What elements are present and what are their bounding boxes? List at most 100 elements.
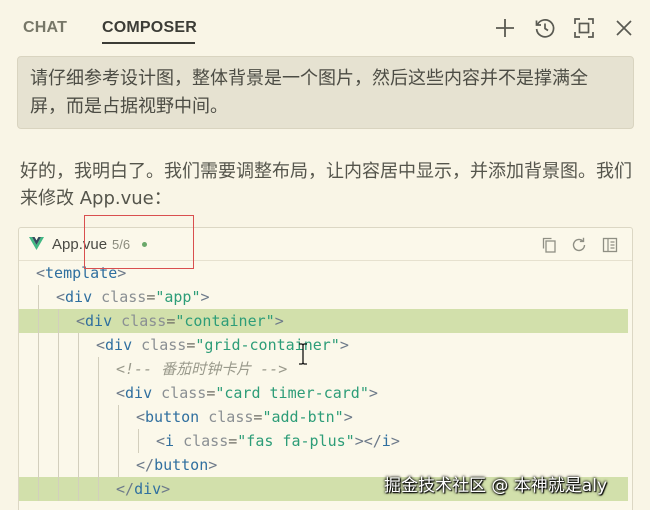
code-token: class xyxy=(132,336,187,354)
text-cursor-icon xyxy=(298,343,308,365)
indent-guide xyxy=(118,453,119,477)
indent-guide xyxy=(38,381,39,405)
indent-guide xyxy=(98,357,99,381)
maximize-icon[interactable] xyxy=(572,16,596,40)
code-token: = xyxy=(206,384,216,402)
code-token: = xyxy=(186,336,196,354)
code-token: > xyxy=(200,288,210,306)
code-token: = xyxy=(166,312,176,330)
indent-guide xyxy=(58,405,59,429)
indent-guide xyxy=(58,309,59,333)
code-token: div xyxy=(134,480,162,498)
code-token: ></ xyxy=(354,432,382,450)
indent-guide xyxy=(58,429,59,453)
code-token: div xyxy=(85,312,113,330)
code-token: > xyxy=(161,480,171,498)
code-token: < xyxy=(136,408,146,426)
user-message-text: 请仔细参考设计图，整体背景是一个图片，然后这些内容并不是撑满全屏，而是占据视野中… xyxy=(30,68,588,117)
code-token: class xyxy=(112,312,167,330)
indent-guide xyxy=(118,429,119,453)
code-line: <i class="fas fa-plus"></i> xyxy=(19,429,632,453)
code-token: < xyxy=(56,288,66,306)
code-token: = xyxy=(228,432,238,450)
code-block: App.vue 5/6 <template> <div class="app"> <… xyxy=(18,227,633,510)
watermark: 掘金技术社区 @ 本神就是aly xyxy=(384,476,608,496)
indent-guide xyxy=(38,405,39,429)
assistant-message-text: 好的，我明白了。我们需要调整布局，让内容居中显示，并添加背景图。我们来修改 Ap… xyxy=(20,161,632,209)
indent-guide xyxy=(38,477,39,501)
indent-guide xyxy=(78,357,79,381)
code-token: i xyxy=(381,432,391,450)
code-token: > xyxy=(274,312,284,330)
code-token: </ xyxy=(136,456,155,474)
indent-guide xyxy=(98,381,99,405)
code-token: "grid-container" xyxy=(195,336,340,354)
indent-guide xyxy=(38,453,39,477)
code-token: div xyxy=(125,384,153,402)
code-token: class xyxy=(199,408,254,426)
indent-guide xyxy=(78,453,79,477)
highlight-annotation xyxy=(84,215,194,269)
code-token: < xyxy=(36,264,46,282)
refresh-icon[interactable] xyxy=(570,236,588,254)
code-text: <div class="app"> xyxy=(56,285,210,309)
code-token: <!-- 番茄时钟卡片 --> xyxy=(116,360,288,378)
code-line: <div class="card timer-card"> xyxy=(19,381,632,405)
active-tab-indicator xyxy=(102,42,195,44)
indent-guide xyxy=(38,309,39,333)
indent-guide xyxy=(38,429,39,453)
plus-icon[interactable] xyxy=(493,16,517,40)
indent-guide xyxy=(58,357,59,381)
indent-guide xyxy=(38,357,39,381)
code-line: <div class="app"> xyxy=(19,285,632,309)
code-token: button xyxy=(145,408,200,426)
code-token: button xyxy=(154,456,209,474)
code-token: "container" xyxy=(175,312,275,330)
indent-guide xyxy=(78,429,79,453)
code-text: </div> xyxy=(116,477,170,501)
code-token: "card timer-card" xyxy=(215,384,369,402)
code-token: i xyxy=(165,432,175,450)
indent-guide xyxy=(98,453,99,477)
close-icon[interactable] xyxy=(612,16,636,40)
indent-guide xyxy=(98,405,99,429)
code-token: < xyxy=(76,312,86,330)
code-token: = xyxy=(146,288,156,306)
code-token: "add-btn" xyxy=(262,408,344,426)
vue-icon xyxy=(29,237,44,251)
code-token: > xyxy=(339,336,349,354)
code-line-added: <div class="container"> xyxy=(19,309,628,333)
code-token: < xyxy=(156,432,166,450)
tab-composer[interactable]: COMPOSER xyxy=(102,19,197,37)
code-text: <div class="container"> xyxy=(76,309,284,333)
assistant-message: 好的，我明白了。我们需要调整布局，让内容居中显示，并添加背景图。我们来修改 Ap… xyxy=(20,158,632,212)
code-token: > xyxy=(390,432,400,450)
code-text: <button class="add-btn"> xyxy=(136,405,353,429)
tab-chat[interactable]: CHAT xyxy=(23,19,67,37)
user-message: 请仔细参考设计图，整体背景是一个图片，然后这些内容并不是撑满全屏，而是占据视野中… xyxy=(17,56,634,129)
code-text: </button> xyxy=(136,453,217,477)
indent-guide xyxy=(78,333,79,357)
open-file-icon[interactable] xyxy=(601,236,619,254)
code-token: > xyxy=(343,408,353,426)
composer-header: CHAT COMPOSER xyxy=(0,0,650,56)
code-token: < xyxy=(96,336,106,354)
indent-guide xyxy=(78,405,79,429)
code-token: > xyxy=(368,384,378,402)
code-line: <button class="add-btn"> xyxy=(19,405,632,429)
code-text: <div class="grid-container"> xyxy=(96,333,349,357)
copy-icon[interactable] xyxy=(540,236,558,254)
indent-guide xyxy=(118,405,119,429)
history-icon[interactable] xyxy=(533,16,557,40)
indent-guide xyxy=(58,381,59,405)
code-editor[interactable]: <template> <div class="app"> <div class="c… xyxy=(19,261,632,501)
indent-guide xyxy=(98,429,99,453)
code-text: <!-- 番茄时钟卡片 --> xyxy=(116,357,287,381)
code-token: class xyxy=(152,384,207,402)
code-token: < xyxy=(116,384,126,402)
code-token: div xyxy=(105,336,133,354)
code-text: <div class="card timer-card"> xyxy=(116,381,378,405)
code-line: <!-- 番茄时钟卡片 --> xyxy=(19,357,632,381)
indent-guide xyxy=(58,333,59,357)
code-token: > xyxy=(208,456,218,474)
